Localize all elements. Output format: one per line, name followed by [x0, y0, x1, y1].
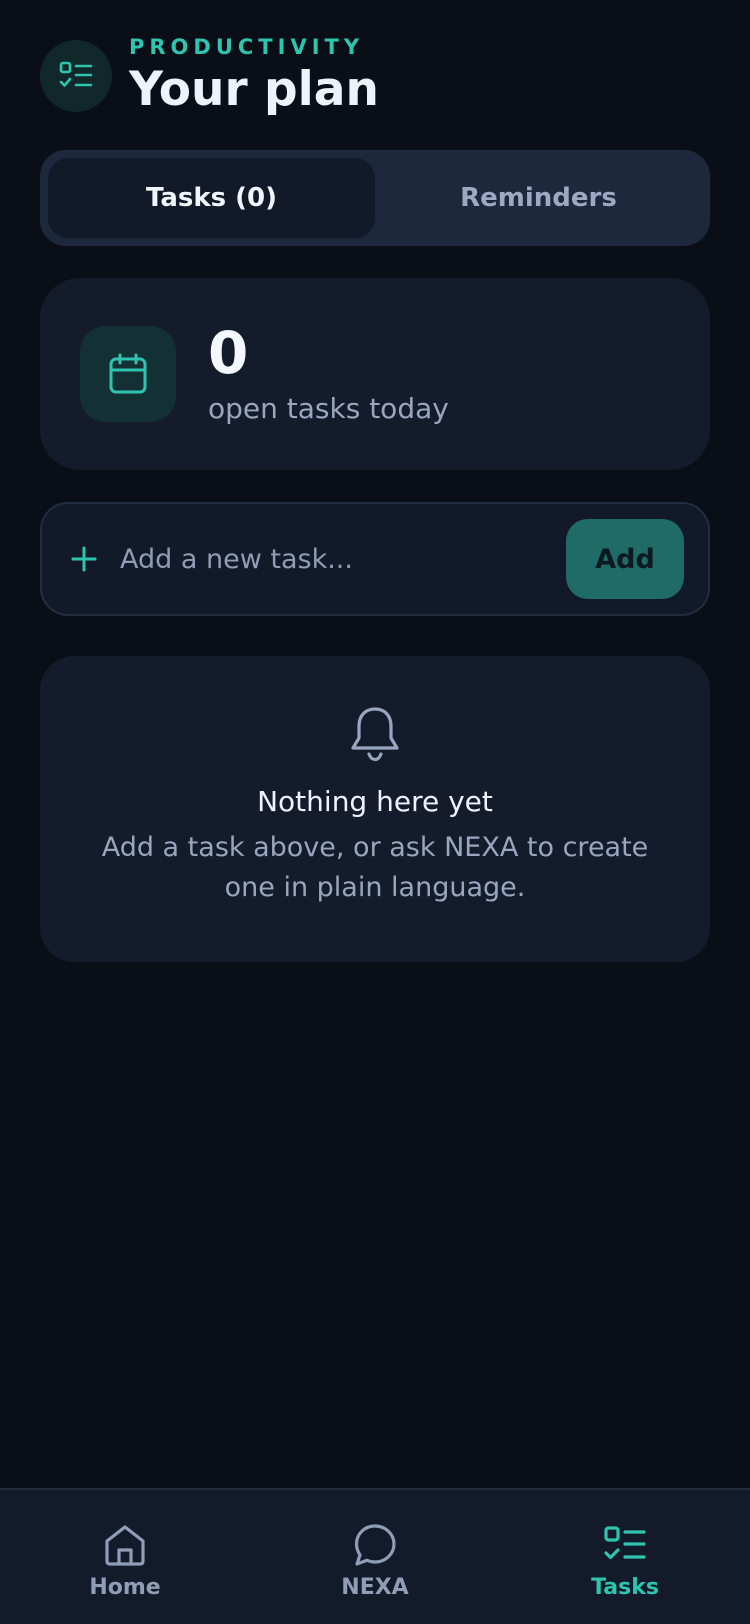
home-icon — [102, 1522, 148, 1568]
bell-icon — [345, 704, 405, 764]
chat-bubble-icon — [352, 1522, 398, 1568]
nav-label-home: Home — [89, 1575, 161, 1600]
empty-state-subtitle: Add a task above, or ask NEXA to create … — [101, 832, 649, 903]
empty-state-title: Nothing here yet — [257, 785, 493, 818]
tab-tasks-label: Tasks (0) — [145, 183, 278, 213]
page-title: Your plan — [129, 62, 379, 117]
open-tasks-card: 0 open tasks today — [40, 278, 710, 470]
add-task-bar: Add — [40, 502, 710, 616]
task-list-icon — [602, 1522, 648, 1568]
productivity-screen: PRODUCTIVITY Your plan Tasks (0) Reminde… — [0, 0, 750, 1624]
nav-label-nexa: NEXA — [341, 1575, 409, 1600]
nav-item-home[interactable]: Home — [0, 1490, 250, 1624]
tab-reminders[interactable]: Reminders — [375, 158, 702, 238]
segmented-tabs: Tasks (0) Reminders — [40, 150, 710, 246]
tab-reminders-label: Reminders — [460, 183, 617, 213]
tab-tasks[interactable]: Tasks (0) — [48, 158, 375, 238]
new-task-input[interactable] — [120, 543, 566, 575]
nav-item-tasks[interactable]: Tasks — [500, 1490, 750, 1624]
section-eyebrow: PRODUCTIVITY — [129, 35, 365, 59]
header: PRODUCTIVITY Your plan — [40, 34, 379, 118]
add-task-button[interactable]: Add — [566, 519, 684, 599]
calendar-icon — [80, 326, 176, 422]
plus-icon — [68, 543, 100, 575]
bottom-nav: Home NEXA Tasks — [0, 1488, 750, 1624]
header-text: PRODUCTIVITY Your plan — [129, 34, 379, 118]
open-tasks-count: 0 — [208, 319, 249, 387]
task-list-icon — [40, 40, 112, 112]
empty-state-card: Nothing here yet Add a task above, or as… — [40, 656, 710, 962]
nav-item-nexa[interactable]: NEXA — [250, 1490, 500, 1624]
open-tasks-label: open tasks today — [208, 392, 449, 425]
nav-label-tasks: Tasks — [591, 1575, 659, 1600]
stats-text: 0 open tasks today — [208, 321, 449, 427]
